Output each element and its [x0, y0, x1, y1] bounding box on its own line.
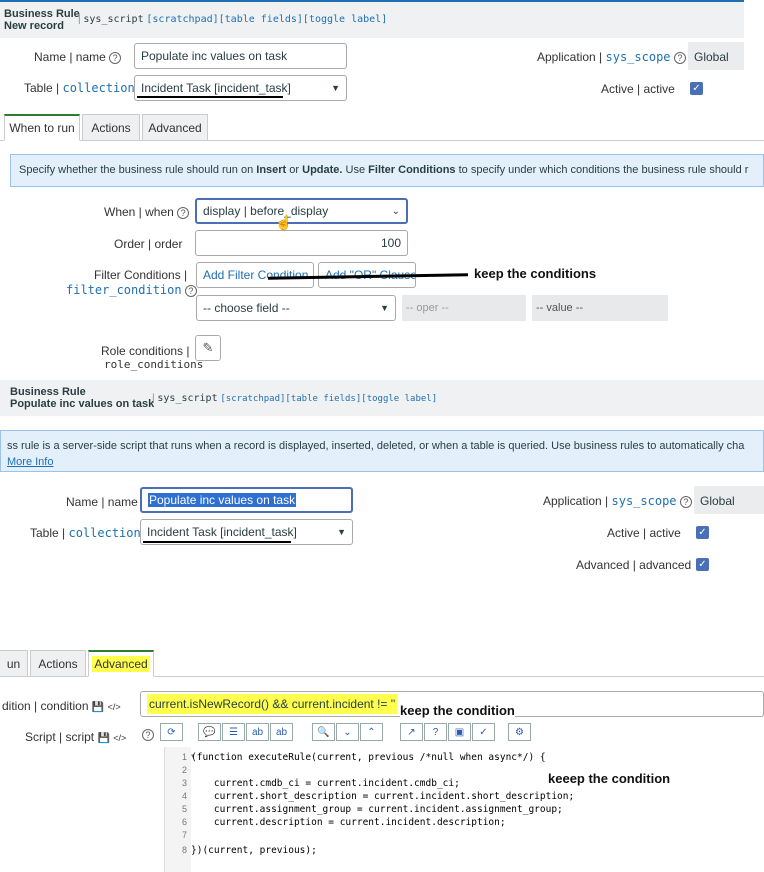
underline-mark — [137, 96, 283, 98]
code-line: current.assignment_group = current.incid… — [191, 804, 563, 815]
code-icon[interactable]: </> — [113, 733, 126, 743]
code-line: (function executeRule(current, previous … — [191, 752, 546, 763]
dropdown-arrow-icon: ▼ — [337, 527, 346, 537]
advanced-checkbox[interactable]: ✓ — [696, 558, 709, 571]
comment-icon[interactable]: 💬 — [198, 723, 221, 741]
annotation-keep-script: keeep the condition — [548, 771, 671, 786]
save-icon[interactable]: 💾 — [97, 733, 109, 744]
code-line: })(current, previous); — [191, 845, 317, 856]
annotation-keep-conditions: keep the conditions — [474, 266, 597, 281]
name-label: Name | name ? — [34, 50, 122, 64]
filter-label-field: filter_condition ? — [66, 283, 197, 297]
header-links[interactable]: [scratchpad][table fields][toggle label] — [146, 14, 387, 25]
active-label: Active | active — [601, 82, 675, 96]
code-line: current.cmdb_ci = current.incident.cmdb_… — [191, 778, 460, 789]
order-label: Order | order — [114, 237, 183, 251]
header-table-name: | sys_script [scratchpad][table fields][… — [78, 14, 388, 25]
second-name-input[interactable]: Populate inc values on task — [140, 487, 353, 513]
dropdown-arrow-icon: ▼ — [380, 303, 389, 313]
second-active-checkbox[interactable]: ✓ — [696, 526, 709, 539]
info-banner: Specify whether the business rule should… — [10, 154, 764, 187]
choose-field-select[interactable]: -- choose field -- ▼ — [196, 295, 396, 321]
format-icon[interactable]: ☰ — [222, 723, 245, 741]
second-name-label: Name | name — [66, 495, 138, 509]
script-debugger-icon[interactable]: ✓ — [472, 723, 495, 741]
application-label: Application | sys_scope ? — [537, 50, 686, 64]
table-label: Table | collection — [24, 81, 135, 95]
script-toolbar: ⟳ 💬 ☰ ab ab 🔍 ⌄ ⌃ ↗ ? ▣ ✓ ⚙ — [160, 723, 560, 741]
toggle-syntax-icon[interactable]: ⟳ — [160, 723, 183, 741]
second-header-table: | sys_script [scratchpad][table fields][… — [152, 393, 438, 404]
code-icon[interactable]: </> — [108, 702, 121, 712]
role-label: Role conditions | — [101, 344, 190, 358]
help-icon[interactable]: ? — [673, 51, 686, 64]
header-links[interactable]: [scratchpad][table fields][toggle label] — [220, 394, 437, 404]
help-icon[interactable]: ? — [679, 495, 692, 508]
replace-all-icon[interactable]: ab — [270, 723, 293, 741]
second-table-label: Table | collection — [30, 526, 141, 540]
code-editor[interactable]: 1 2 3 4 5 6 7 8 ▾ (function executeRule(… — [164, 747, 764, 872]
help-icon[interactable]: ? — [184, 284, 197, 297]
save-icon[interactable]: 💾 — [92, 702, 104, 713]
role-label-field: role_conditions — [104, 358, 204, 371]
chevron-down-icon[interactable]: ⌄ — [336, 723, 359, 741]
fullscreen-icon[interactable]: ↗ — [400, 723, 423, 741]
script-label: Script | script 💾 </> — [25, 730, 127, 744]
chevron-up-icon[interactable]: ⌃ — [360, 723, 383, 741]
edit-role-button[interactable]: ✎ — [195, 335, 221, 361]
condition-label: dition | condition 💾 </> — [2, 699, 121, 713]
second-info-banner: ss rule is a server-side script that run… — [0, 430, 764, 472]
code-line: current.short_description = current.inci… — [191, 791, 575, 802]
second-active-label: Active | active — [607, 526, 681, 540]
active-checkbox[interactable]: ✓ — [690, 82, 703, 95]
advanced-label: Advanced | advanced — [576, 558, 692, 572]
help-circle-icon[interactable]: ? — [424, 723, 447, 741]
when-label: When | when ? — [104, 205, 190, 219]
tab-actions[interactable]: Actions — [82, 114, 140, 141]
second-application-label: Application | sys_scope ? — [543, 494, 692, 508]
dropdown-arrow-icon: ▼ — [331, 83, 340, 93]
tab-advanced[interactable]: Advanced — [88, 650, 154, 677]
save-script-icon[interactable]: ▣ — [448, 723, 471, 741]
settings-icon[interactable]: ⚙ — [508, 723, 531, 741]
mouse-cursor-icon: ☝ — [275, 214, 293, 230]
second-header-title: Business Rule Populate inc values on tas… — [10, 386, 155, 410]
help-icon[interactable]: ? — [177, 206, 190, 219]
tab-when-to-run[interactable]: When to run — [4, 114, 80, 141]
name-input[interactable]: Populate inc values on task — [134, 43, 347, 69]
annotation-keep-condition: keep the condition — [400, 703, 515, 718]
form-header-title: Business Rule New record — [4, 8, 80, 32]
when-select[interactable]: display | before_display ⌄ — [195, 198, 408, 224]
second-application-value: Global — [694, 486, 764, 514]
replace-icon[interactable]: ab — [246, 723, 269, 741]
filter-label: Filter Conditions | — [94, 268, 188, 282]
order-input[interactable]: 100 — [195, 230, 408, 256]
help-icon[interactable]: ? — [142, 729, 154, 741]
application-value: Global — [688, 42, 744, 70]
tab-advanced[interactable]: Advanced — [142, 114, 208, 141]
tab-actions[interactable]: Actions — [30, 650, 86, 677]
help-icon[interactable]: ? — [109, 51, 122, 64]
chevron-down-icon: ⌄ — [391, 205, 400, 217]
pencil-icon: ✎ — [202, 340, 214, 355]
oper-select: -- oper -- — [402, 295, 526, 321]
add-filter-button[interactable]: Add Filter Condition — [196, 262, 314, 288]
tab-when-to-run-partial[interactable]: un — [0, 650, 28, 677]
underline-mark — [143, 541, 291, 543]
more-info-link[interactable]: More Info — [7, 456, 53, 468]
value-input: -- value -- — [532, 295, 668, 321]
code-line: current.description = current.incident.d… — [191, 817, 506, 828]
search-icon[interactable]: 🔍 — [312, 723, 335, 741]
